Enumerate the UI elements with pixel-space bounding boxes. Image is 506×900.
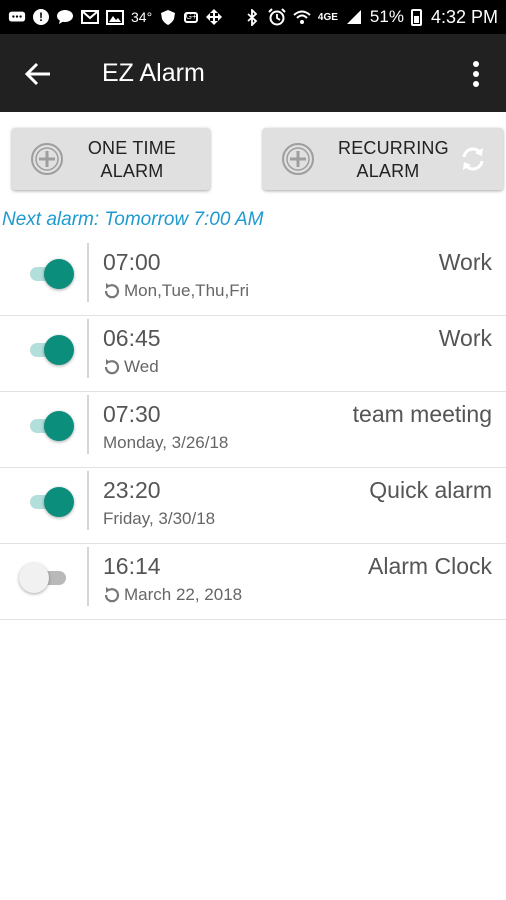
arrow-left-icon (24, 62, 50, 86)
notification-icons: ! 34° G+ (8, 9, 223, 25)
alarm-time: 07:00 (103, 249, 161, 275)
signal-icon (345, 9, 363, 25)
repeat-icon (104, 359, 120, 375)
alarm-schedule: Mon,Tue,Thu,Fri (103, 281, 249, 301)
label-line-2: ALARM (356, 161, 420, 181)
toggle-knob (44, 259, 74, 289)
messaging-icon (8, 9, 26, 25)
toggle-knob (44, 335, 74, 365)
toggle-knob (44, 411, 74, 441)
bluetooth-icon (243, 8, 261, 26)
alarm-label: Alarm Clock (368, 553, 492, 579)
schedule-text: Mon,Tue,Thu,Fri (124, 281, 250, 300)
back-button[interactable] (20, 56, 56, 92)
alarm-label: Work (438, 325, 492, 351)
alarm-toggle[interactable] (28, 335, 78, 365)
alarm-row[interactable]: 16:14 Alarm Clock March 22, 2018 (0, 544, 506, 620)
schedule-text: March 22, 2018 (124, 585, 243, 604)
alarm-time: 23:20 (103, 477, 161, 503)
alarm-row[interactable]: 07:30 team meeting Monday, 3/26/18 (0, 392, 506, 468)
one-time-alarm-button[interactable]: ONE TIME ALARM (12, 128, 210, 190)
alarm-toggle[interactable] (28, 259, 78, 289)
more-vert-icon (473, 61, 479, 87)
divider (87, 471, 89, 530)
divider (87, 547, 89, 606)
toggle-knob (44, 487, 74, 517)
one-time-alarm-label: ONE TIME ALARM (82, 137, 182, 183)
toggle-knob (19, 563, 49, 593)
alarm-time: 07:30 (103, 401, 161, 427)
label-line-1: ONE TIME (87, 138, 177, 158)
recurring-alarm-button[interactable]: RECURRING ALARM (263, 128, 503, 190)
divider (87, 319, 89, 378)
add-circle-icon (282, 143, 314, 175)
schedule-text: Monday, 3/26/18 (103, 433, 229, 452)
alarm-schedule: Wed (103, 357, 159, 377)
alarm-label: team meeting (352, 401, 492, 427)
arrows-icon (205, 9, 223, 25)
alarm-schedule: Monday, 3/26/18 (103, 433, 228, 453)
mail-icon (81, 9, 99, 25)
alarm-toggle[interactable] (28, 487, 78, 517)
status-bar: ! 34° G+ 4GE 51% 4:32 PM (0, 0, 506, 34)
alarm-icon (268, 8, 286, 26)
battery-percent: 51% (369, 7, 404, 26)
network-type: 4GE (317, 11, 338, 23)
battery-icon (410, 8, 422, 26)
wifi-icon (293, 9, 311, 25)
divider (87, 243, 89, 302)
app-toolbar: EZ Alarm (0, 34, 506, 112)
clock: 4:32 PM (430, 6, 498, 27)
system-icons: 4GE 51% 4:32 PM (243, 7, 498, 28)
divider (87, 395, 89, 454)
add-circle-icon (31, 143, 63, 175)
alarm-toggle[interactable] (28, 411, 78, 441)
next-alarm-text: Next alarm: Tomorrow 7:00 AM (2, 209, 264, 230)
label-line-2: ALARM (100, 161, 164, 181)
photo-icon (106, 9, 124, 25)
label-line-1: RECURRING (338, 138, 449, 158)
alarm-schedule: March 22, 2018 (103, 585, 242, 605)
alarm-label: Quick alarm (369, 477, 492, 503)
alarm-schedule: Friday, 3/30/18 (103, 509, 215, 529)
page-title: EZ Alarm (102, 59, 205, 87)
alarm-row[interactable]: 06:45 Work Wed (0, 316, 506, 392)
temperature-text: 34° (131, 9, 153, 25)
schedule-text: Friday, 3/30/18 (103, 509, 216, 528)
shield-icon (159, 9, 177, 25)
alarm-toggle[interactable] (19, 563, 78, 593)
overflow-menu-button[interactable] (464, 58, 488, 90)
alert-icon: ! (33, 9, 49, 25)
repeat-icon (104, 587, 120, 603)
alarm-time: 06:45 (103, 325, 161, 351)
repeat-icon (104, 283, 120, 299)
alarm-list: 07:00 Work Mon,Tue,Thu,Fri 06:45 Work We… (0, 240, 506, 620)
google-plus-icon: G+ (184, 11, 199, 23)
refresh-icon (462, 147, 484, 171)
alarm-label: Work (438, 249, 492, 275)
alarm-row[interactable]: 07:00 Work Mon,Tue,Thu,Fri (0, 240, 506, 316)
chat-icon (56, 9, 74, 25)
schedule-text: Wed (124, 357, 159, 376)
alarm-time: 16:14 (103, 553, 161, 579)
recurring-alarm-label: RECURRING ALARM (338, 137, 449, 183)
alarm-row[interactable]: 23:20 Quick alarm Friday, 3/30/18 (0, 468, 506, 544)
